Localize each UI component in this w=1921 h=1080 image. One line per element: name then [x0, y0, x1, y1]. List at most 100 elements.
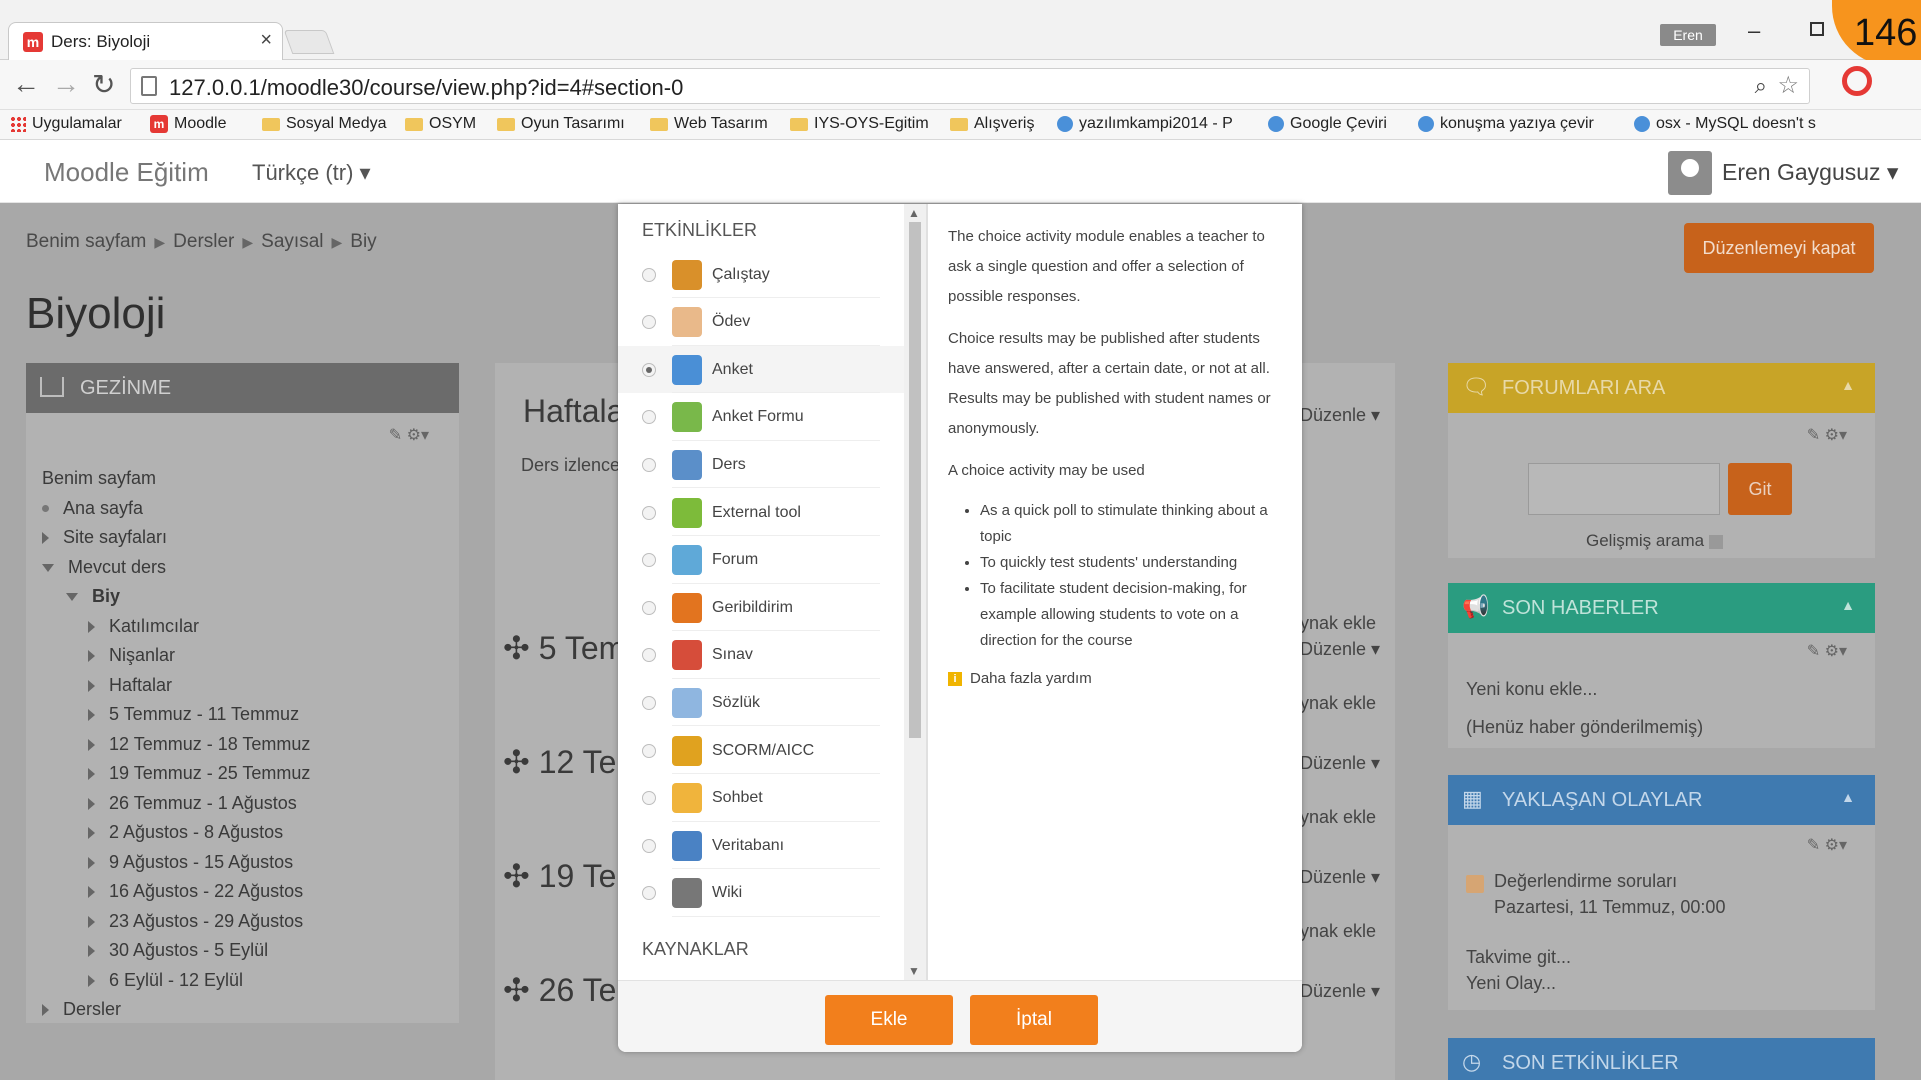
- advanced-search-link[interactable]: Gelişmiş arama: [1586, 531, 1723, 551]
- activity-option[interactable]: Geribildirim: [618, 584, 904, 632]
- cancel-button[interactable]: İptal: [970, 995, 1098, 1045]
- add-resource-link[interactable]: ynak ekle: [1300, 613, 1376, 634]
- nav-tree-item[interactable]: 2 Ağustos - 8 Ağustos: [88, 822, 283, 843]
- activity-option[interactable]: Ders: [618, 441, 904, 489]
- nav-tree-item[interactable]: Biy: [66, 586, 120, 607]
- bookmark-item[interactable]: Uygulamalar: [10, 115, 122, 133]
- nav-tree-item[interactable]: Haftalar: [88, 675, 172, 696]
- nav-tree-item[interactable]: Katılımcılar: [88, 616, 199, 637]
- activity-option[interactable]: SCORM/AICC: [618, 727, 904, 774]
- activity-option[interactable]: Sohbet: [618, 775, 904, 822]
- activity-option[interactable]: Ödev: [618, 299, 904, 346]
- activity-radio[interactable]: [642, 886, 656, 901]
- event-link[interactable]: Değerlendirme soruları: [1494, 871, 1677, 892]
- activity-radio[interactable]: [642, 553, 656, 568]
- collapse-icon[interactable]: ▲: [1841, 597, 1855, 613]
- add-resource-link[interactable]: ynak ekle: [1300, 921, 1376, 942]
- nav-tree-item[interactable]: Ana sayfa: [42, 498, 143, 519]
- back-arrow-icon[interactable]: ←: [12, 68, 40, 100]
- bookmark-item[interactable]: IYS-OYS-Egitim: [790, 115, 929, 133]
- activity-radio[interactable]: [642, 695, 656, 710]
- add-resource-link[interactable]: ynak ekle: [1300, 693, 1376, 714]
- section-edit-menu[interactable]: Düzenle ▾: [1300, 867, 1380, 888]
- activity-radio[interactable]: [642, 505, 656, 520]
- section-edit-menu[interactable]: Düzenle ▾: [1300, 405, 1380, 426]
- breadcrumb-item[interactable]: Sayısal: [261, 231, 323, 252]
- nav-tree-item[interactable]: 19 Temmuz - 25 Temmuz: [88, 763, 310, 784]
- add-topic-link[interactable]: Yeni konu ekle...: [1466, 679, 1597, 700]
- opera-extension-icon[interactable]: [1842, 66, 1872, 96]
- activity-radio[interactable]: [642, 791, 656, 806]
- nav-tree-item[interactable]: Mevcut ders: [42, 557, 166, 578]
- nav-tree-item[interactable]: 30 Ağustos - 5 Eylül: [88, 940, 268, 961]
- window-restore-icon[interactable]: [1810, 22, 1824, 36]
- scroll-up-icon[interactable]: ▲: [908, 206, 920, 220]
- section-edit-menu[interactable]: Düzenle ▾: [1300, 753, 1380, 774]
- activity-radio[interactable]: [642, 267, 656, 282]
- more-help-link[interactable]: i Daha fazla yardım: [948, 664, 1278, 694]
- activity-option[interactable]: Sözlük: [618, 679, 904, 727]
- forum-search-go-button[interactable]: Git: [1728, 463, 1792, 515]
- nav-tree-item[interactable]: Benim sayfam: [42, 468, 156, 489]
- block-settings-icon[interactable]: ✎ ⚙▾: [1807, 425, 1847, 445]
- user-avatar[interactable]: [1668, 151, 1712, 195]
- language-menu[interactable]: Türkçe (tr) ▾: [252, 160, 371, 186]
- nav-tree-item[interactable]: Site sayfaları: [42, 527, 167, 548]
- activity-option[interactable]: Anket Formu: [618, 394, 904, 441]
- activity-radio[interactable]: [642, 648, 656, 663]
- bookmark-item[interactable]: osx - MySQL doesn't s: [1634, 115, 1816, 133]
- activity-option[interactable]: Wiki: [618, 870, 904, 917]
- help-icon[interactable]: [1708, 534, 1723, 549]
- browser-tab-active[interactable]: m Ders: Biyoloji ×: [8, 22, 283, 60]
- activity-radio[interactable]: [642, 838, 656, 853]
- bookmark-item[interactable]: yazılımkampi2014 - P: [1057, 115, 1233, 133]
- section-edit-menu[interactable]: Düzenle ▾: [1300, 981, 1380, 1002]
- section-edit-menu[interactable]: Düzenle ▾: [1300, 639, 1380, 660]
- nav-tree-item[interactable]: 16 Ağustos - 22 Ağustos: [88, 881, 303, 902]
- nav-tree-item[interactable]: Nişanlar: [88, 645, 175, 666]
- bookmark-item[interactable]: Oyun Tasarımı: [497, 115, 625, 133]
- tab-close-icon[interactable]: ×: [260, 29, 272, 52]
- activity-option[interactable]: Sınav: [618, 632, 904, 679]
- breadcrumb-item[interactable]: Biy: [350, 231, 376, 252]
- activity-radio[interactable]: [642, 743, 656, 758]
- activity-radio[interactable]: [642, 457, 656, 472]
- activity-list-scrollbar[interactable]: ▲ ▼: [904, 204, 926, 980]
- bookmark-item[interactable]: Sosyal Medya: [262, 115, 387, 133]
- window-minimize-icon[interactable]: –: [1748, 18, 1760, 44]
- nav-tree-item[interactable]: 26 Temmuz - 1 Ağustos: [88, 793, 297, 814]
- activity-radio[interactable]: [642, 600, 656, 615]
- zoom-icon[interactable]: ⌕: [1755, 73, 1767, 99]
- site-brand[interactable]: Moodle Eğitim: [44, 157, 209, 188]
- breadcrumb-item[interactable]: Dersler: [173, 231, 234, 252]
- scroll-down-icon[interactable]: ▼: [908, 964, 920, 978]
- add-button[interactable]: Ekle: [825, 995, 953, 1045]
- nav-tree-item[interactable]: Dersler: [42, 999, 121, 1020]
- nav-tree-item[interactable]: 9 Ağustos - 15 Ağustos: [88, 852, 293, 873]
- new-event-link[interactable]: Yeni Olay...: [1466, 973, 1556, 994]
- forward-arrow-icon[interactable]: →: [52, 68, 80, 100]
- activity-option[interactable]: Anket: [618, 346, 904, 394]
- activity-option[interactable]: External tool: [618, 489, 904, 536]
- add-resource-link[interactable]: ynak ekle: [1300, 807, 1376, 828]
- close-editing-button[interactable]: Düzenlemeyi kapat: [1684, 223, 1874, 273]
- scrollbar-thumb[interactable]: [909, 222, 921, 738]
- url-input[interactable]: 127.0.0.1/moodle30/course/view.php?id=4#…: [130, 68, 1810, 104]
- bookmark-item[interactable]: m Moodle: [150, 115, 226, 133]
- reload-icon[interactable]: ↻: [92, 68, 115, 101]
- block-settings-icon[interactable]: ✎ ⚙▾: [389, 425, 429, 445]
- nav-tree-item[interactable]: 12 Temmuz - 18 Temmuz: [88, 734, 310, 755]
- forum-search-input[interactable]: [1528, 463, 1720, 515]
- breadcrumb-item[interactable]: Benim sayfam: [26, 231, 146, 252]
- bookmark-item[interactable]: OSYM: [405, 115, 476, 133]
- collapse-icon[interactable]: ▲: [1841, 377, 1855, 393]
- activity-radio[interactable]: [642, 315, 656, 330]
- bookmark-item[interactable]: Alışveriş: [950, 115, 1034, 133]
- nav-tree-item[interactable]: 23 Ağustos - 29 Ağustos: [88, 911, 303, 932]
- bookmark-star-icon[interactable]: ☆: [1777, 71, 1799, 100]
- bookmark-item[interactable]: konuşma yazıya çevir: [1418, 115, 1594, 133]
- activity-option[interactable]: Çalıştay: [618, 251, 904, 298]
- new-tab-button[interactable]: [283, 30, 335, 54]
- activity-option[interactable]: Veritabanı: [618, 822, 904, 870]
- nav-tree-item[interactable]: 5 Temmuz - 11 Temmuz: [88, 704, 299, 725]
